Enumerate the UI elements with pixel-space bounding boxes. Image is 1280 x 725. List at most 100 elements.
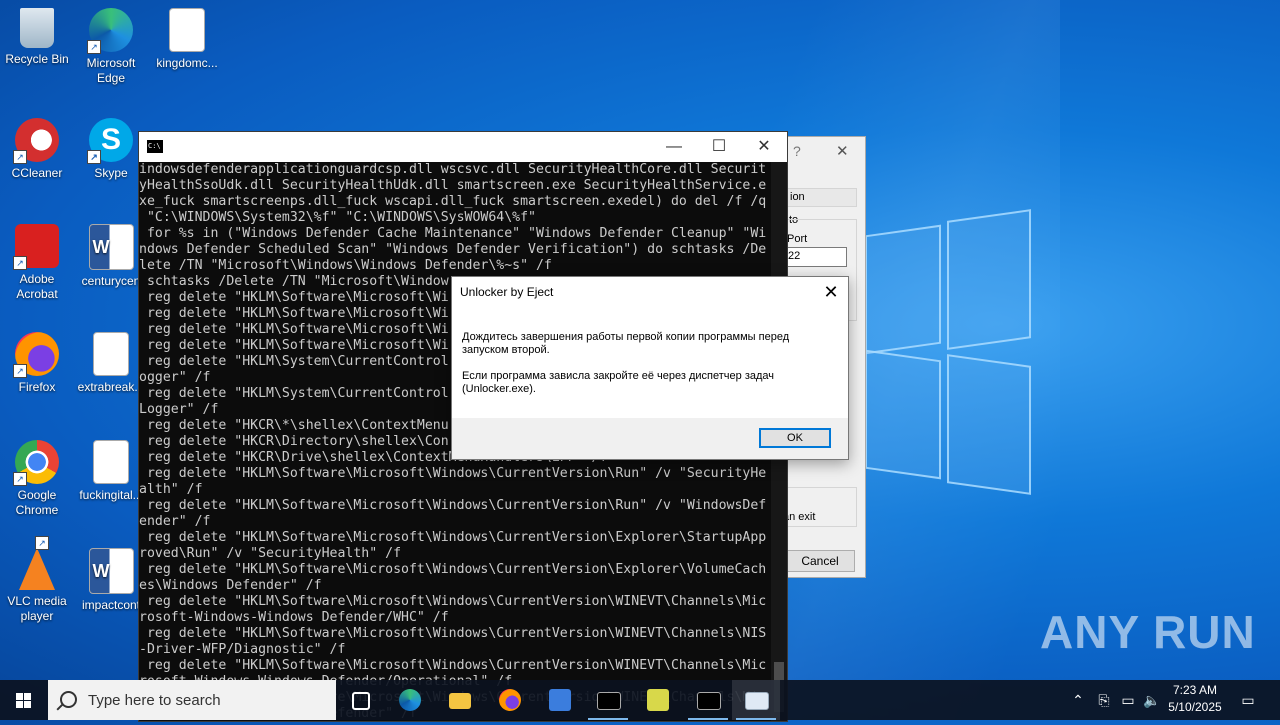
messagebox-body: Дождитесь завершения работы первой копии… — [452, 307, 848, 418]
start-button[interactable] — [0, 680, 48, 720]
image-file-icon — [93, 332, 129, 376]
desktop-icon-label: kingdomc... — [156, 56, 218, 70]
console-line: indowsdefenderapplicationguardcsp.dll ws… — [139, 162, 767, 177]
message-line-1: Дождитесь завершения работы первой копии… — [462, 331, 790, 356]
clock-time: 7:23 AM — [1172, 683, 1218, 697]
desktop-icon-label: extrabreak... — [77, 380, 145, 394]
firefox-icon: ↗ — [13, 332, 59, 378]
taskbar-clock[interactable]: 7:23 AM 5/10/2025 — [1160, 682, 1230, 716]
tab-button[interactable]: ion — [785, 188, 857, 207]
taskbar-cmd-1[interactable] — [584, 680, 632, 720]
desktop-icon-firefox[interactable]: ↗ Firefox — [0, 332, 74, 395]
console-line: reg delete "HKLM\Software\Microsoft\Wind… — [139, 498, 767, 513]
port-value: 22 — [788, 250, 801, 262]
desktop-icon-label: fuckingital... — [79, 488, 143, 502]
console-line: yHealthSsoUdk.dll SecurityHealthUdk.dll … — [139, 178, 767, 193]
taskbar-firefox[interactable] — [486, 680, 534, 720]
ok-button[interactable]: OK — [759, 428, 831, 448]
desktop-icon-label: CCleaner — [11, 166, 63, 180]
cmd-icon — [597, 692, 621, 710]
console-line: alth" /f — [139, 482, 203, 497]
console-line: reg delete "HKLM\Software\Microsoft\Wind… — [139, 594, 767, 609]
word-doc-icon: W — [88, 548, 134, 594]
show-hidden-icons-button[interactable]: ⌃ — [1068, 680, 1088, 720]
desktop-icon-label: Skype — [94, 166, 128, 180]
desktop-icon-label: Google Chrome — [15, 488, 59, 517]
port-input[interactable]: 22 — [785, 247, 847, 267]
cmd-icon: C:\ — [147, 140, 163, 153]
tools-icon — [647, 689, 669, 711]
console-line: lete /TN "Microsoft\Windows\Windows Defe… — [139, 258, 552, 273]
maximize-button[interactable]: ☐ — [696, 132, 742, 162]
desktop-icon-label: centurycen — [81, 274, 141, 288]
image-file-icon — [169, 8, 205, 52]
taskbar-explorer[interactable] — [436, 680, 484, 720]
desktop-icon-label: Microsoft Edge — [86, 56, 136, 85]
console-line: ndows Defender Scheduled Scan" "Windows … — [139, 242, 767, 257]
cmd-icon — [697, 692, 721, 710]
desktop-icon-label: VLC media player — [7, 594, 67, 623]
messagebox-titlebar[interactable]: Unlocker by Eject ✕ — [452, 277, 848, 307]
desktop-icon-acrobat[interactable]: ↗ Adobe Acrobat — [0, 224, 74, 302]
recycle-bin-icon — [20, 8, 54, 48]
edge-icon — [399, 689, 421, 711]
taskbar-edge[interactable] — [386, 680, 434, 720]
desktop-icon-skype[interactable]: S ↗ Skype — [74, 118, 148, 181]
console-line: "C:\WINDOWS\System32\%f" "C:\WINDOWS\Sys… — [139, 210, 536, 225]
console-line: xe_fuck smartscreenps.dll_fuck wscapi.dl… — [139, 194, 767, 209]
task-view-button[interactable] — [336, 680, 384, 720]
desktop-icon-fuckingital[interactable]: fuckingital... — [74, 440, 148, 503]
cancel-button[interactable]: Cancel — [785, 550, 855, 572]
port-label: Port — [787, 233, 808, 245]
close-button[interactable]: ✕ — [741, 132, 787, 162]
window-app-icon — [745, 692, 769, 710]
vlc-icon: ↗ — [19, 536, 55, 590]
taskbar-app-1[interactable] — [536, 680, 584, 720]
message-line-2: Если программа зависла закройте её через… — [462, 370, 775, 395]
desktop-icon-recycle-bin[interactable]: Recycle Bin — [0, 8, 74, 67]
notifications-icon[interactable]: ▭ — [1236, 680, 1260, 720]
cancel-label: Cancel — [801, 554, 839, 568]
task-view-icon — [352, 692, 370, 710]
taskbar-search-box[interactable]: Type here to search — [48, 680, 336, 720]
image-file-icon — [93, 440, 129, 484]
desktop-icon-chrome[interactable]: ↗ Google Chrome — [0, 440, 74, 518]
unlocker-messagebox[interactable]: Unlocker by Eject ✕ Дождитесь завершения… — [451, 276, 849, 460]
console-line: reg delete "HKLM\Software\Microsoft\Wind… — [139, 530, 767, 545]
anyrun-watermark: ANY RUN — [1040, 606, 1256, 658]
ethernet-icon[interactable]: ▭ — [1118, 680, 1138, 720]
messagebox-close-button[interactable]: ✕ — [814, 277, 848, 307]
close-button[interactable]: ✕ — [836, 142, 849, 160]
console-line: reg delete "HKLM\Software\Microsoft\Wind… — [139, 562, 767, 577]
skype-icon: S ↗ — [87, 118, 133, 164]
acrobat-icon: ↗ — [13, 224, 59, 270]
console-titlebar[interactable]: C:\ — ☐ ✕ — [139, 132, 787, 162]
desktop-icon-extrabreak[interactable]: extrabreak... — [74, 332, 148, 395]
taskbar-unlocker[interactable] — [732, 680, 780, 720]
taskbar-cmd-2[interactable] — [684, 680, 732, 720]
desktop-icon-kingdomc[interactable]: kingdomc... — [150, 8, 224, 71]
console-line: reg delete "HKLM\Software\Microsoft\Wind… — [139, 626, 767, 641]
tab-label: ion — [790, 191, 805, 203]
desktop-icon-label: Recycle Bin — [5, 52, 69, 66]
network-icon[interactable]: ⎘ — [1094, 680, 1114, 720]
desktop-icon-label: impactcont — [81, 598, 141, 612]
console-line: for %s in ("Windows Defender Cache Maint… — [139, 226, 767, 241]
search-icon — [60, 691, 77, 708]
taskbar-app-2[interactable] — [634, 680, 682, 720]
console-line: es\Windows Defender" /f — [139, 578, 322, 593]
minimize-button[interactable]: — — [651, 132, 697, 162]
desktop-icon-impactcont[interactable]: W impactcont — [74, 548, 148, 613]
volume-icon[interactable]: 🔈 — [1142, 680, 1162, 720]
console-line: -Driver-WFP/Diagnostic" /f — [139, 642, 346, 657]
desktop-icon-vlc[interactable]: ↗ VLC media player — [0, 536, 74, 624]
network-app-icon — [549, 689, 571, 711]
desktop-icon-ccleaner[interactable]: ↗ CCleaner — [0, 118, 74, 181]
desktop-icon-edge[interactable]: ↗ Microsoft Edge — [74, 8, 148, 86]
help-button[interactable]: ? — [793, 143, 801, 159]
console-line: reg delete "HKLM\Software\Microsoft\Wind… — [139, 466, 767, 481]
desktop-icon-label: Adobe Acrobat — [16, 272, 58, 301]
console-line: rosoft-Windows-Windows Defender/WHC" /f — [139, 610, 449, 625]
clock-date: 5/10/2025 — [1168, 700, 1222, 714]
desktop-icon-centurycen[interactable]: W centurycen — [74, 224, 148, 289]
